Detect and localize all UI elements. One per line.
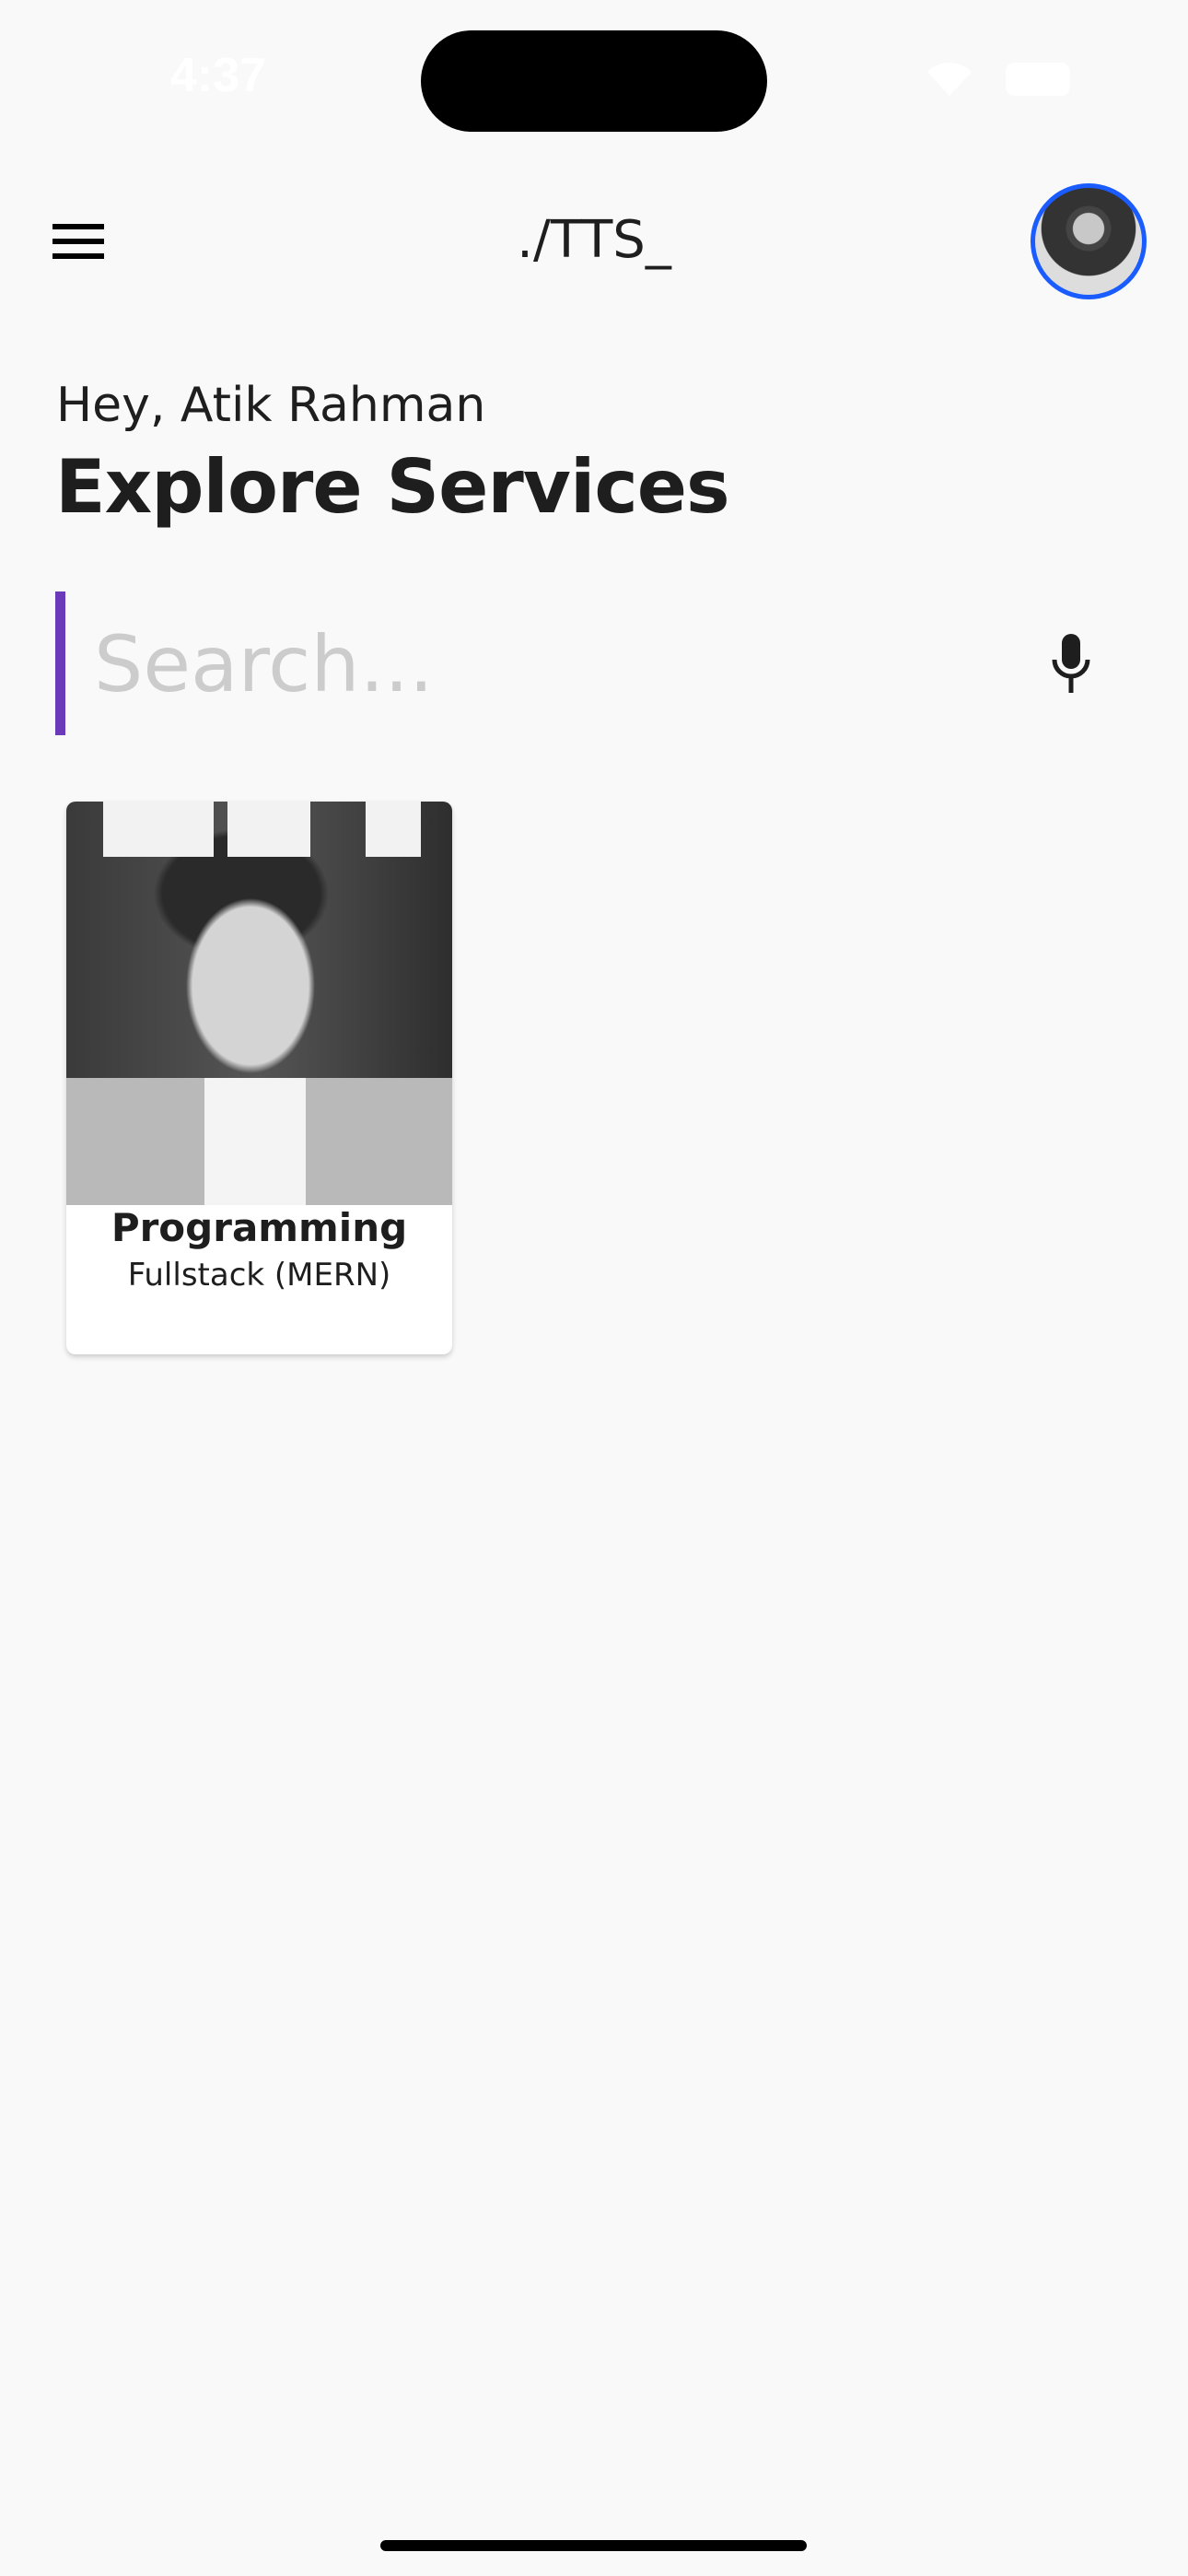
home-indicator[interactable] [380,2540,807,2551]
service-card[interactable]: Programming Fullstack (MERN) [66,802,452,1354]
app-title: ./TTS_ [517,210,671,270]
dynamic-island [421,30,767,132]
service-card-image [66,802,452,1205]
search-input[interactable] [92,603,1017,725]
profile-avatar[interactable] [1031,183,1147,299]
greeting-text: Hey, Atik Rahman [56,378,486,433]
service-card-title: Programming [111,1205,408,1250]
microphone-icon[interactable] [1050,634,1092,693]
battery-icon [1006,63,1070,96]
search-accent-bar [55,591,65,735]
service-card-subtitle: Fullstack (MERN) [127,1257,391,1294]
page-title: Explore Services [55,444,730,530]
status-time: 4:37 [170,49,267,102]
wifi-icon [927,63,972,96]
